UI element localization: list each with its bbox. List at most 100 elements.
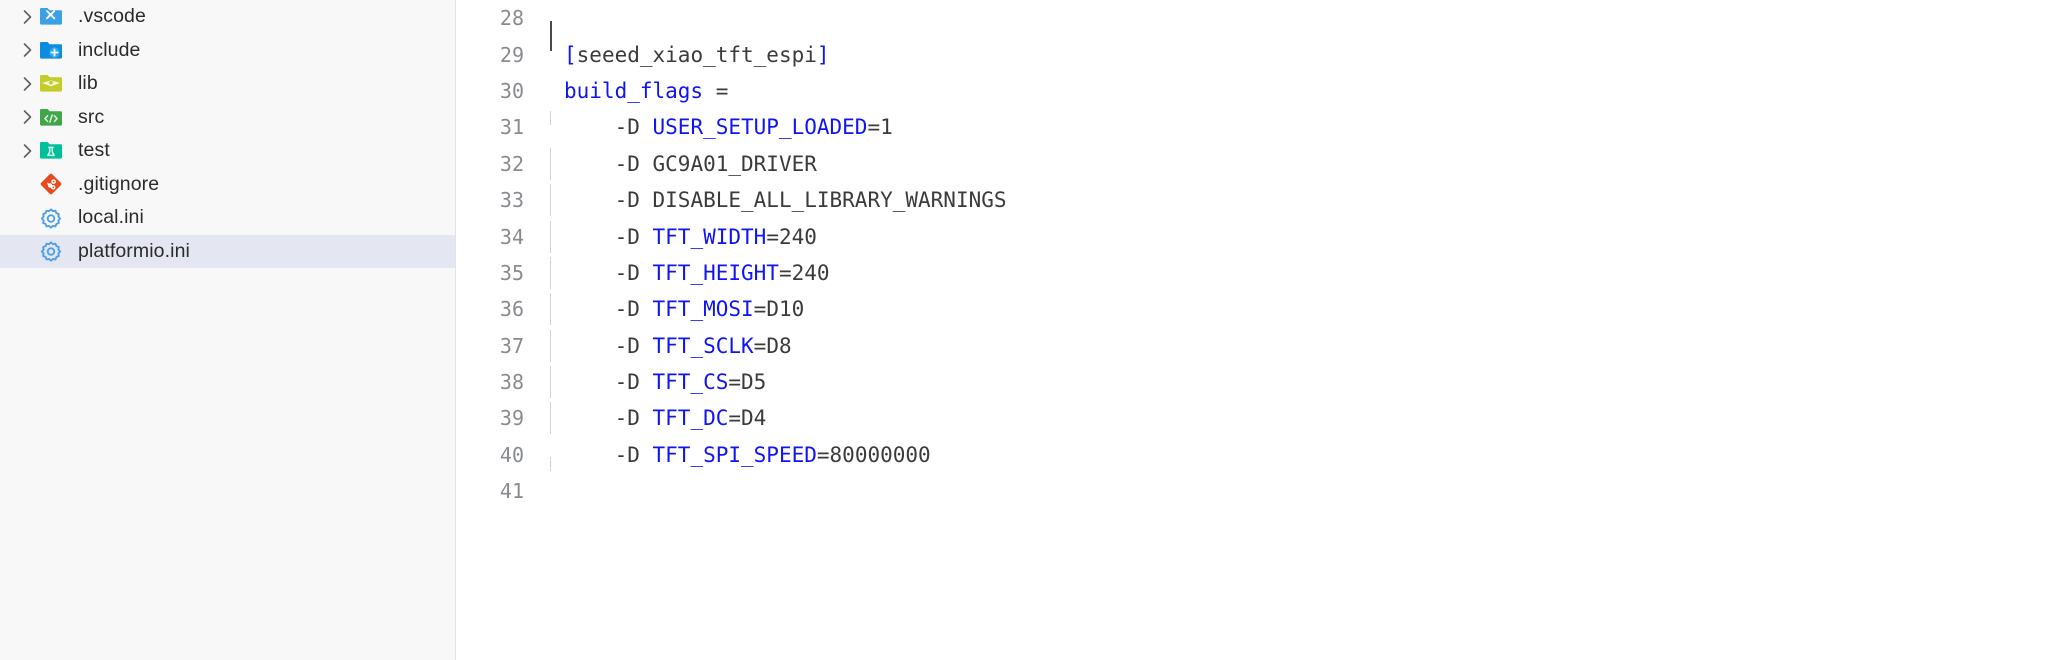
line-number: 30: [499, 78, 524, 103]
tree-item-platformio-ini[interactable]: platformio.ini: [0, 234, 455, 268]
code-token: =1: [867, 115, 893, 140]
code-token: TFT_DC: [652, 406, 729, 431]
code-line[interactable]: 35 -D TFT_HEIGHT=240: [456, 255, 2071, 291]
code-text[interactable]: -D TFT_DC=D4: [550, 402, 2071, 435]
code-line[interactable]: 33 -D DISABLE_ALL_LIBRARY_WARNINGS: [456, 182, 2071, 218]
code-line[interactable]: 30 build_flags =: [456, 73, 2071, 109]
line-number: 38: [499, 370, 524, 395]
code-token: [: [564, 42, 577, 67]
folder-lib-icon: [40, 74, 70, 93]
line-number: 33: [499, 188, 524, 213]
code-token: GC9A01_DRIVER: [652, 151, 817, 176]
code-text[interactable]: -D DISABLE_ALL_LIBRARY_WARNINGS: [550, 184, 2071, 217]
code-token: =: [703, 78, 742, 103]
chevron-right-icon[interactable]: [14, 142, 40, 160]
code-token: =D4: [728, 406, 767, 431]
code-line[interactable]: 28: [456, 0, 2071, 52]
code-token: -D: [564, 333, 653, 358]
folder-include-icon: [40, 41, 70, 60]
code-text[interactable]: -D GC9A01_DRIVER: [550, 147, 2071, 180]
code-text[interactable]: -D TFT_WIDTH=240: [550, 220, 2071, 253]
tree-item-label: .vscode: [78, 5, 146, 27]
tree-item-lib[interactable]: lib: [0, 67, 455, 101]
code-line[interactable]: 41: [456, 473, 2071, 509]
code-text[interactable]: -D TFT_HEIGHT=240: [550, 256, 2071, 289]
code-text[interactable]: -D TFT_MOSI=D10: [550, 293, 2071, 326]
code-token: -D: [564, 406, 653, 431]
tree-item-label: include: [78, 38, 141, 61]
code-token: -D: [564, 297, 653, 322]
code-line[interactable]: 32 -D GC9A01_DRIVER: [456, 146, 2071, 182]
code-token: TFT_SPI_SPEED: [652, 442, 817, 467]
code-token: =240: [778, 260, 830, 285]
code-text[interactable]: -D USER_SETUP_LOADED=1: [550, 111, 2071, 140]
line-number: 35: [499, 260, 524, 285]
line-number: 36: [499, 297, 524, 322]
tree-item-gitignore[interactable]: .gitignore: [0, 168, 455, 202]
code-text[interactable]: build_flags =: [550, 79, 2071, 103]
tree-item-local-ini[interactable]: local.ini: [0, 201, 455, 235]
folder-test-icon: [40, 141, 70, 160]
code-line[interactable]: 34 -D TFT_WIDTH=240: [456, 218, 2071, 254]
gear-icon: [40, 207, 70, 229]
code-text[interactable]: [seeed_xiao_tft_espi]: [550, 43, 2071, 67]
code-text[interactable]: -D TFT_CS=D5: [550, 366, 2071, 399]
code-token: DISABLE_ALL_LIBRARY_WARNINGS: [652, 188, 1007, 213]
chevron-right-icon[interactable]: [14, 75, 40, 93]
line-number: 34: [499, 224, 524, 249]
code-token: -D: [564, 151, 653, 176]
code-line[interactable]: 37 -D TFT_SCLK=D8: [456, 328, 2071, 364]
code-line[interactable]: 40 -D TFT_SPI_SPEED=80000000: [456, 437, 2071, 473]
tree-item-test[interactable]: test: [0, 134, 455, 168]
line-number: 29: [499, 42, 524, 67]
tree-item-label: local.ini: [78, 206, 144, 228]
chevron-right-icon[interactable]: [14, 108, 40, 126]
code-token: TFT_SCLK: [652, 333, 754, 358]
code-token: build_flags: [564, 78, 704, 103]
code-token: TFT_CS: [652, 370, 729, 395]
code-token: TFT_HEIGHT: [652, 260, 779, 285]
code-token: -D: [564, 224, 653, 249]
code-token: seeed_xiao_tft_espi: [576, 42, 817, 67]
code-token: =D8: [753, 333, 792, 358]
code-line[interactable]: 38 -D TFT_CS=D5: [456, 364, 2071, 400]
code-token: -D: [564, 188, 653, 213]
line-number: 28: [499, 6, 524, 31]
code-token: TFT_MOSI: [652, 297, 754, 322]
line-number: 39: [499, 406, 524, 431]
editor-pane[interactable]: 28 29 [seeed_xiao_tft_espi] 30 build_flags =…: [456, 0, 2071, 660]
code-line[interactable]: 31 -D USER_SETUP_LOADED=1: [456, 109, 2071, 145]
folder-vscode-icon: [40, 7, 70, 26]
line-number: 31: [499, 115, 524, 140]
code-line[interactable]: 29 [seeed_xiao_tft_espi]: [456, 36, 2071, 72]
tree-item-label: platformio.ini: [78, 239, 190, 262]
file-tree: .vscode include lib src test .gitignore local.…: [0, 0, 455, 268]
chevron-right-icon[interactable]: [14, 41, 40, 59]
code-token: -D: [564, 442, 653, 467]
chevron-right-icon[interactable]: [14, 8, 40, 26]
vscode-window: .vscode include lib src test .gitignore local.…: [0, 0, 2071, 660]
code-line[interactable]: 36 -D TFT_MOSI=D10: [456, 291, 2071, 327]
code-token: -D: [564, 260, 653, 285]
tree-item-vscode[interactable]: .vscode: [0, 0, 455, 34]
code-content[interactable]: 28 29 [seeed_xiao_tft_espi] 30 build_flags =…: [456, 0, 2071, 509]
code-token: ]: [816, 42, 830, 67]
line-number: 41: [499, 479, 524, 504]
code-token: =D5: [728, 370, 767, 395]
code-token: -D: [564, 370, 653, 395]
code-line[interactable]: 39 -D TFT_DC=D4: [456, 400, 2071, 436]
code-token: USER_SETUP_LOADED: [652, 115, 868, 140]
tree-item-label: test: [78, 139, 110, 161]
gear-icon: [40, 240, 70, 262]
line-number: 37: [499, 333, 524, 358]
tree-item-src[interactable]: src: [0, 101, 455, 135]
file-explorer-sidebar: .vscode include lib src test .gitignore local.…: [0, 0, 456, 660]
code-text[interactable]: -D TFT_SCLK=D8: [550, 329, 2071, 362]
code-token: =80000000: [816, 442, 931, 467]
code-text[interactable]: -D TFT_SPI_SPEED=80000000: [550, 442, 2071, 471]
line-number: 32: [499, 151, 524, 176]
code-token: =D10: [753, 297, 805, 322]
tree-item-include[interactable]: include: [0, 34, 455, 68]
code-token: =240: [766, 224, 817, 249]
git-icon: [40, 173, 70, 195]
